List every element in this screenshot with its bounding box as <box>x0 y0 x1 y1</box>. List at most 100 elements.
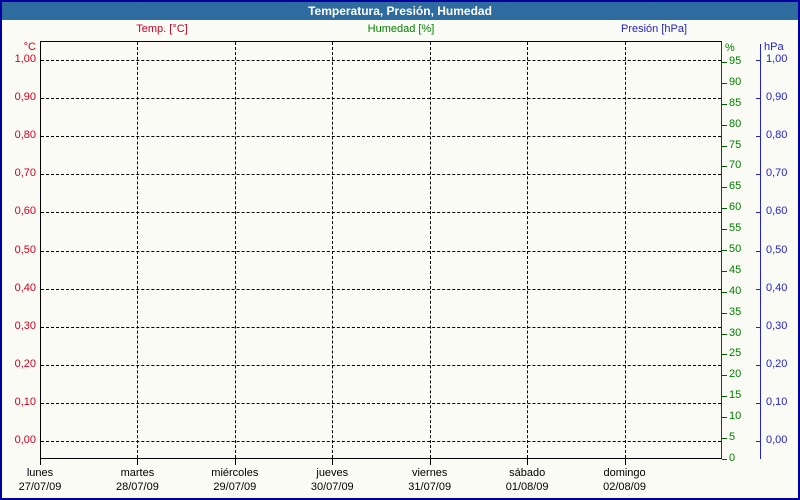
humidity-tick-label: 30 <box>729 326 742 339</box>
x-axis-date-label: 27/07/09 <box>18 481 62 493</box>
pressure-tick-label: 0,70 <box>766 167 788 180</box>
pressure-tick-label: 0,20 <box>766 357 788 370</box>
pressure-tick-label: 0,90 <box>766 91 788 104</box>
temperature-tick-label: 0,40 <box>14 281 36 294</box>
temperature-tick-label: 0,80 <box>14 129 36 142</box>
pressure-tick-label: 0,60 <box>766 205 788 218</box>
temperature-axis-unit-label: °C <box>23 41 36 53</box>
temperature-tick-label: 0,00 <box>14 434 36 446</box>
x-axis-day-label: jueves <box>316 467 349 479</box>
humidity-tick-label: 85 <box>729 96 742 109</box>
gridline-horizontal <box>41 174 721 176</box>
x-axis-date-label: 28/07/09 <box>116 481 159 493</box>
legend-humidity: Humedad [%] <box>367 23 435 35</box>
humidity-axis-tick <box>722 312 727 314</box>
x-axis-day-label: lunes <box>26 467 54 479</box>
humidity-axis-tick <box>722 354 727 356</box>
pressure-tick-label: 0,80 <box>766 129 788 142</box>
pressure-tick-label: 1,00 <box>766 53 788 65</box>
gridline-horizontal <box>41 288 721 290</box>
gridline-horizontal <box>41 136 721 138</box>
pressure-axis-tick <box>756 174 760 176</box>
pressure-axis-tick <box>756 136 760 138</box>
humidity-tick-label: 70 <box>729 159 742 172</box>
x-axis-tick <box>137 459 139 465</box>
pressure-axis-tick <box>756 60 760 61</box>
humidity-tick-label: 40 <box>729 284 742 297</box>
gridline-vertical <box>332 42 334 458</box>
humidity-tick-label: 5 <box>729 431 736 444</box>
x-axis-day-label: sábado <box>509 467 546 479</box>
gridline-horizontal <box>41 364 721 366</box>
gridline-vertical <box>624 42 626 458</box>
temperature-tick-label: 0,30 <box>14 319 36 332</box>
temperature-tick-label: 0,10 <box>14 395 36 408</box>
pressure-axis-tick <box>756 250 760 252</box>
humidity-tick-label: 80 <box>729 117 742 130</box>
pressure-axis-tick <box>756 364 760 366</box>
humidity-axis-tick <box>722 145 727 147</box>
humidity-tick-label: 60 <box>729 201 742 214</box>
humidity-axis-tick <box>722 333 727 335</box>
humidity-axis-tick <box>722 124 727 126</box>
pressure-tick-label: 0,40 <box>766 281 788 294</box>
gridline-vertical <box>137 42 139 458</box>
temperature-tick-label: 0,90 <box>14 91 36 104</box>
humidity-axis-tick <box>722 103 727 105</box>
humidity-axis-tick <box>722 438 727 440</box>
window-title: Temperatura, Presión, Humedad <box>2 2 798 20</box>
x-axis-day-label: domingo <box>603 467 646 479</box>
humidity-axis-tick <box>722 82 727 84</box>
temperature-tick-label: 1,00 <box>14 53 36 65</box>
humidity-axis-tick <box>722 187 727 189</box>
humidity-axis-tick <box>722 458 727 460</box>
x-axis-tick <box>527 459 529 465</box>
humidity-axis-tick <box>722 396 727 398</box>
humidity-axis-unit-label: % <box>725 42 735 54</box>
humidity-axis-tick <box>722 229 727 231</box>
gridline-horizontal <box>41 441 721 442</box>
humidity-tick-label: 45 <box>729 263 742 276</box>
x-axis-tick <box>332 459 334 465</box>
temperature-tick-label: 0,70 <box>14 167 36 180</box>
legend-pressure: Presión [hPa] <box>620 23 688 35</box>
temperature-tick-label: 0,50 <box>14 243 36 256</box>
x-axis-tick <box>234 459 236 465</box>
humidity-tick-label: 90 <box>729 75 742 88</box>
pressure-axis-tick <box>756 441 760 442</box>
humidity-axis-tick <box>722 417 727 419</box>
pressure-axis-tick <box>756 212 760 214</box>
gridline-horizontal <box>41 402 721 404</box>
gridline-horizontal <box>41 212 721 214</box>
humidity-axis-tick <box>722 291 727 293</box>
x-axis-day-label: miércoles <box>211 467 259 479</box>
pressure-axis-unit-label: hPa <box>764 41 784 53</box>
gridline-horizontal <box>41 98 721 100</box>
pressure-tick-label: 0,10 <box>766 395 788 408</box>
temperature-tick-label: 0,60 <box>14 205 36 218</box>
x-axis-date-label: 30/07/09 <box>310 481 354 493</box>
humidity-tick-label: 65 <box>729 180 742 193</box>
gridline-horizontal <box>41 326 721 328</box>
humidity-axis-tick <box>722 62 727 63</box>
pressure-tick-label: 0,00 <box>766 434 788 446</box>
humidity-axis-tick <box>722 166 727 168</box>
x-axis-day-label: martes <box>120 467 155 479</box>
gridline-horizontal <box>41 250 721 252</box>
x-axis-date-label: 01/08/09 <box>505 481 549 493</box>
gridline-vertical <box>429 42 431 458</box>
humidity-tick-label: 35 <box>729 305 742 318</box>
humidity-tick-label: 10 <box>729 410 742 423</box>
x-axis-day-label: viernes <box>411 467 448 479</box>
pressure-tick-label: 0,30 <box>766 319 788 332</box>
temperature-tick-label: 0,20 <box>14 357 36 370</box>
pressure-axis-tick <box>756 98 760 100</box>
humidity-tick-label: 75 <box>729 138 742 151</box>
x-axis-tick <box>40 459 41 465</box>
humidity-tick-label: 0 <box>729 451 736 464</box>
humidity-tick-label: 20 <box>729 368 742 381</box>
humidity-tick-label: 55 <box>729 222 742 235</box>
humidity-axis-tick <box>722 375 727 377</box>
gridline-vertical <box>527 42 529 458</box>
pressure-axis-tick <box>756 326 760 328</box>
